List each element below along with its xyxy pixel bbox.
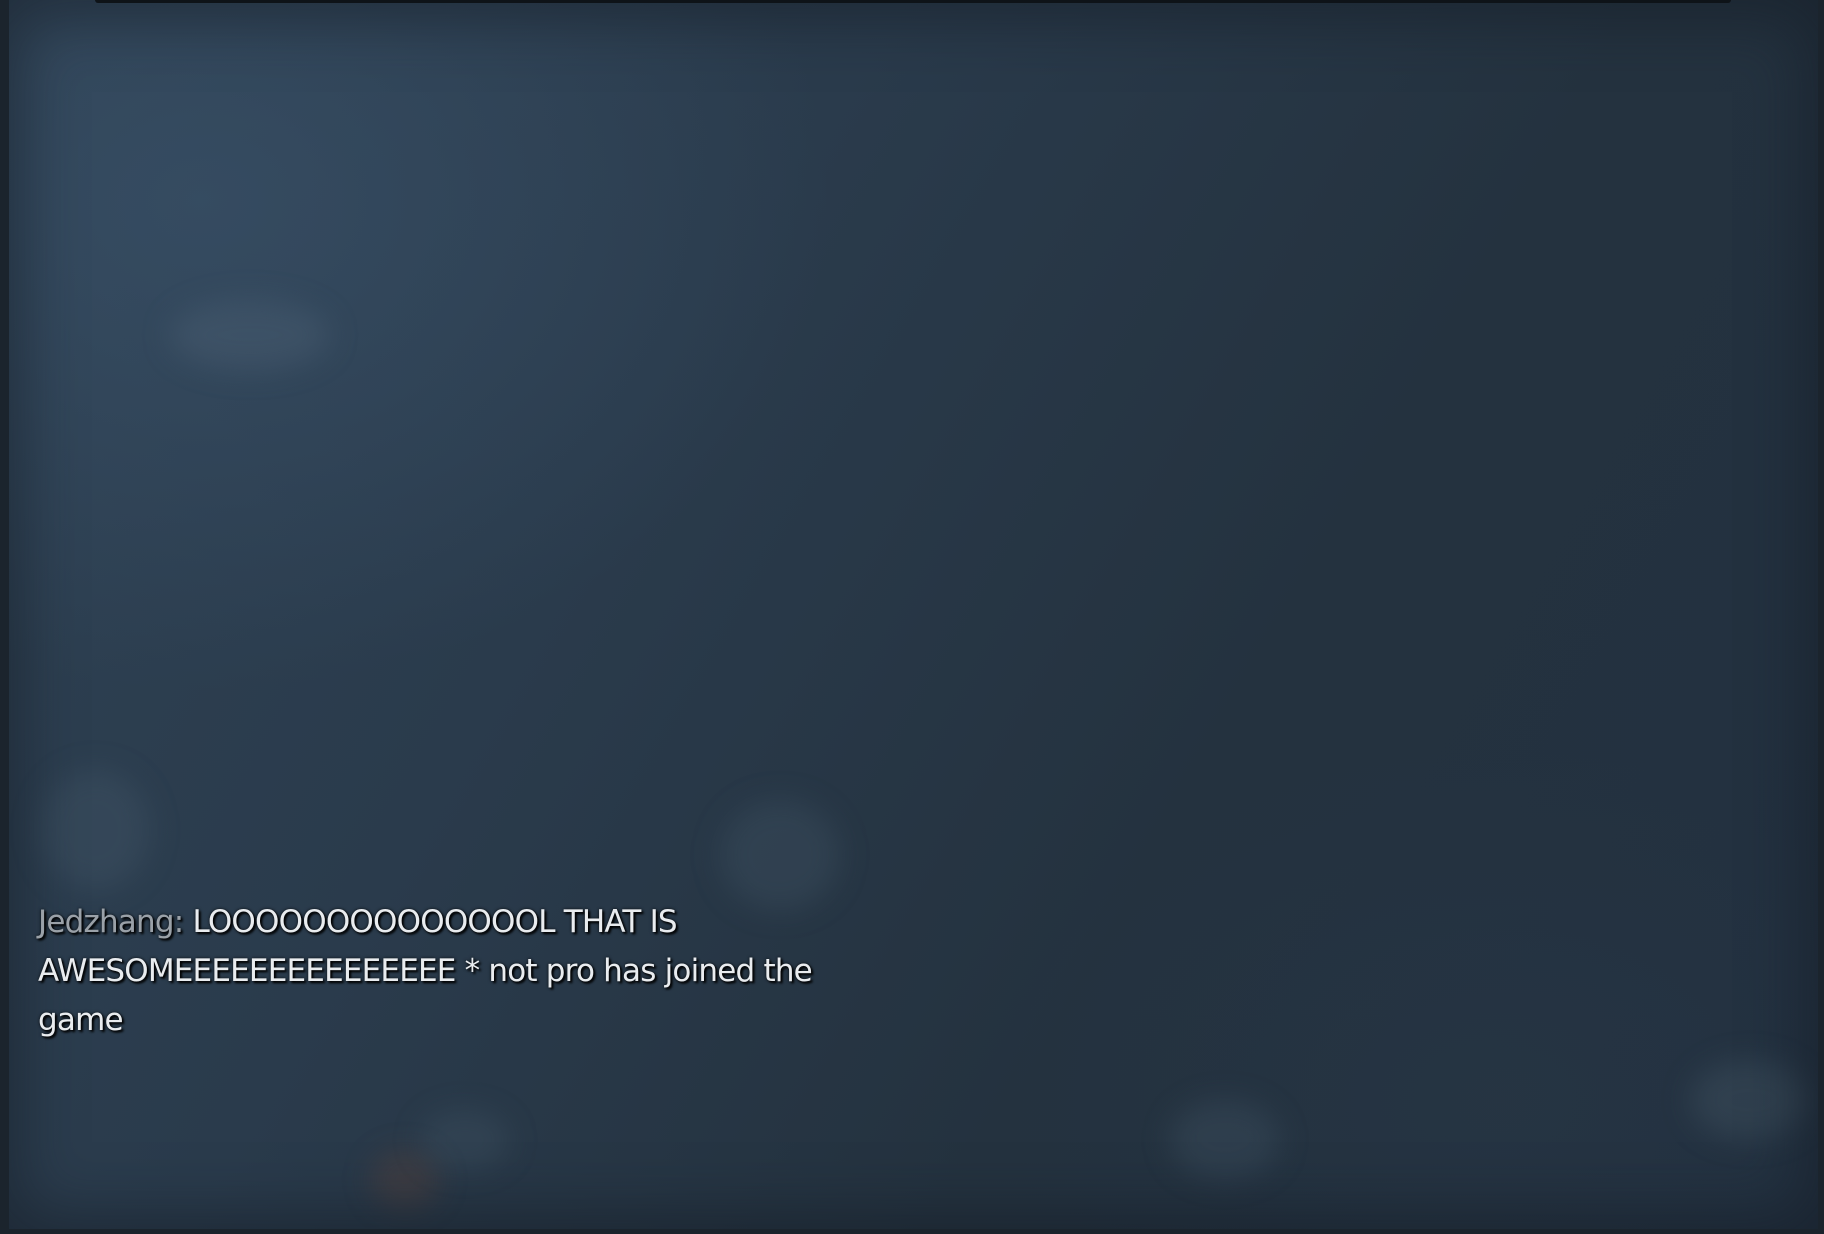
- chat-message: Jedzhang: LOOOOOOOOOOOOOOL THAT IS AWESO…: [38, 898, 838, 1045]
- game-screen: Jedzhang: LOOOOOOOOOOOOOOL THAT IS AWESO…: [0, 0, 1824, 1234]
- blurred-background-shape: [1690, 1060, 1810, 1140]
- window-frame-left: [0, 0, 9, 1234]
- blurred-background-shape: [420, 1110, 510, 1170]
- chat-sender-name: Jedzhang:: [38, 904, 184, 940]
- top-edge-bar: [95, 0, 1731, 3]
- blurred-background-shape: [1170, 1100, 1280, 1180]
- blurred-background-shape: [40, 770, 150, 890]
- blurred-background-shape: [170, 300, 330, 370]
- window-frame-right: [1818, 0, 1824, 1234]
- vignette-overlay: [0, 0, 1824, 1234]
- window-frame-bottom: [0, 1229, 1824, 1234]
- blurred-background-shape: [720, 800, 840, 910]
